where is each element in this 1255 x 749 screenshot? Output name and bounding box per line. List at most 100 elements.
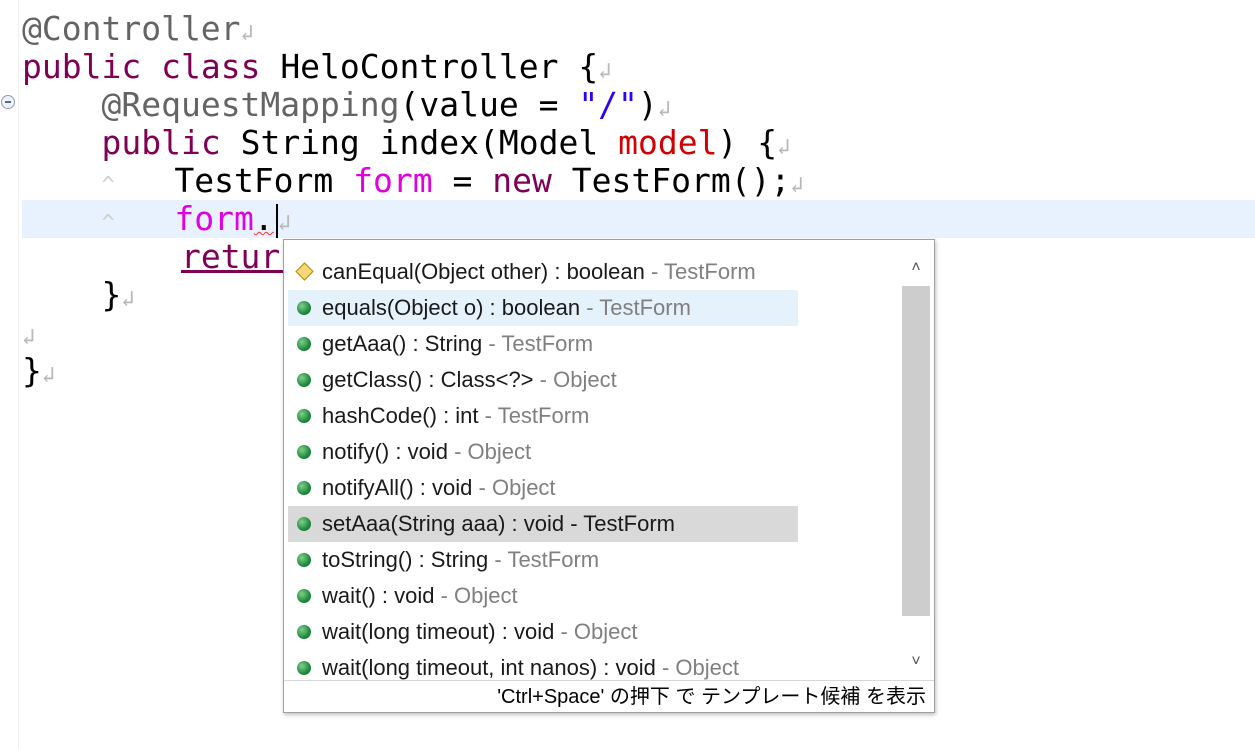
public-method-icon (297, 409, 311, 423)
parameter-model: model (618, 123, 718, 162)
proposal-list[interactable]: canEqual(Object other) : boolean - TestF… (288, 254, 798, 686)
proposal-item[interactable]: getAaa() : String - TestForm (288, 326, 798, 362)
close-paren: ) (717, 123, 738, 162)
eol-mark: ↲ (41, 363, 56, 388)
return-type: String (240, 123, 360, 162)
proposal-scrollbar[interactable]: ˄ ˅ (900, 252, 932, 678)
proposal-owner: - TestForm (651, 259, 756, 284)
proposal-owner: - TestForm (494, 547, 600, 572)
scroll-down-icon[interactable]: ˅ (900, 646, 932, 678)
proposal-owner: - Object (478, 475, 556, 500)
assign-op: = (452, 161, 473, 200)
code-line-5: ^ TestForm form = new TestForm();↲ (22, 161, 804, 200)
public-method-icon (297, 301, 311, 315)
indent-guide: ^ (101, 211, 115, 236)
proposal-signature: notifyAll() : void (322, 475, 473, 500)
annotation-open: (value = (399, 85, 579, 124)
variable-form: form (353, 161, 433, 200)
proposal-owner: - TestForm (488, 331, 594, 356)
eol-mark: ↲ (598, 59, 612, 84)
proposal-item[interactable]: getClass() : Class<?> - Object (288, 362, 798, 398)
public-method-icon (297, 625, 311, 639)
code-line-9: ↲ (22, 314, 35, 352)
eol-mark: ↲ (277, 211, 291, 236)
proposal-signature: hashCode() : int (322, 403, 479, 428)
type-testform: TestForm (174, 161, 334, 200)
code-line-6[interactable]: ^ form. ↲ (22, 200, 291, 238)
proposal-signature: toString() : String (322, 547, 489, 572)
proposal-owner: - Object (661, 655, 739, 680)
scroll-up-icon[interactable]: ˄ (900, 252, 932, 284)
editor-ruler (0, 0, 19, 749)
method-signature: index(Model (379, 123, 599, 162)
eol-mark: ↲ (790, 173, 804, 198)
annotation-close: ) (637, 85, 658, 124)
eol-mark: ↲ (22, 325, 36, 350)
member-access-dot: . (253, 199, 274, 238)
code-line-7: return (22, 238, 300, 276)
keyword-public: public (101, 123, 221, 162)
public-method-icon (297, 481, 311, 495)
close-brace: } (101, 275, 122, 314)
string-literal: "/" (578, 85, 638, 124)
proposal-signature: getClass() : Class<?> (322, 367, 534, 392)
code-line-10: }↲ (22, 352, 55, 390)
annotation-controller: @Controller (22, 9, 241, 48)
proposal-owner: - TestForm (586, 295, 691, 320)
proposal-signature: setAaa(String aaa) : void (322, 511, 565, 536)
public-method-icon (297, 373, 311, 387)
indent-guide: ^ (101, 173, 115, 198)
proposal-owner: - TestForm (484, 403, 590, 428)
close-brace: } (22, 351, 42, 390)
code-line-3: @RequestMapping(value = "/")↲ (22, 86, 671, 124)
proposal-signature: getAaa() : String (322, 331, 483, 356)
code-line-8: }↲ (22, 275, 135, 314)
content-assist-hint: 'Ctrl+Space' の押下 で テンプレート候補 を表示 (284, 680, 934, 712)
annotation-request-mapping: @RequestMapping (101, 85, 400, 124)
public-method-icon (297, 661, 311, 675)
proposal-owner: - Object (539, 367, 617, 392)
proposal-owner: - TestForm (570, 511, 675, 536)
proposal-owner: - Object (440, 583, 518, 608)
eol-mark: ↲ (121, 287, 135, 312)
public-method-icon (297, 553, 311, 567)
eol-mark: ↲ (777, 135, 791, 160)
keyword-class: class (161, 47, 261, 86)
keyword-new: new (492, 161, 552, 200)
public-method-icon (297, 445, 311, 459)
proposal-item[interactable]: setAaa(String aaa) : void - TestForm (288, 506, 798, 542)
public-method-icon (297, 589, 311, 603)
eol-mark: ↲ (657, 97, 672, 122)
protected-method-icon (295, 262, 314, 281)
proposal-item[interactable]: wait() : void - Object (288, 578, 798, 614)
class-name: HeloController (280, 47, 559, 86)
proposal-owner: - Object (454, 439, 532, 464)
proposal-signature: wait(long timeout, int nanos) : void (322, 655, 656, 680)
open-brace: { (578, 47, 599, 86)
proposal-item[interactable]: hashCode() : int - TestForm (288, 398, 798, 434)
proposal-item[interactable]: canEqual(Object other) : boolean - TestF… (288, 254, 798, 290)
proposal-item[interactable]: equals(Object o) : boolean - TestForm (288, 290, 798, 326)
open-brace: { (757, 123, 778, 162)
proposal-item[interactable]: notify() : void - Object (288, 434, 798, 470)
code-line-2: public class HeloController {↲ (22, 48, 611, 86)
proposal-item[interactable]: notifyAll() : void - Object (288, 470, 798, 506)
eol-mark: ↲ (240, 21, 254, 46)
proposal-signature: canEqual(Object other) : boolean (322, 259, 645, 284)
code-line-4: public String index(Model model) {↲ (22, 124, 790, 162)
public-method-icon (297, 517, 311, 531)
scroll-thumb[interactable] (902, 286, 930, 616)
variable-form: form (174, 199, 254, 238)
keyword-public: public (22, 47, 142, 86)
fold-collapse-icon[interactable] (1, 95, 15, 109)
proposal-item[interactable]: toString() : String - TestForm (288, 542, 798, 578)
proposal-signature: wait() : void (322, 583, 435, 608)
constructor-call: TestForm(); (571, 161, 791, 200)
code-line-1: @Controller↲ (22, 10, 254, 48)
proposal-signature: equals(Object o) : boolean (322, 295, 581, 320)
proposal-signature: notify() : void (322, 439, 448, 464)
proposal-signature: wait(long timeout) : void (322, 619, 555, 644)
public-method-icon (297, 337, 311, 351)
proposal-item[interactable]: wait(long timeout) : void - Object (288, 614, 798, 650)
content-assist-popup[interactable]: canEqual(Object other) : boolean - TestF… (283, 239, 935, 713)
